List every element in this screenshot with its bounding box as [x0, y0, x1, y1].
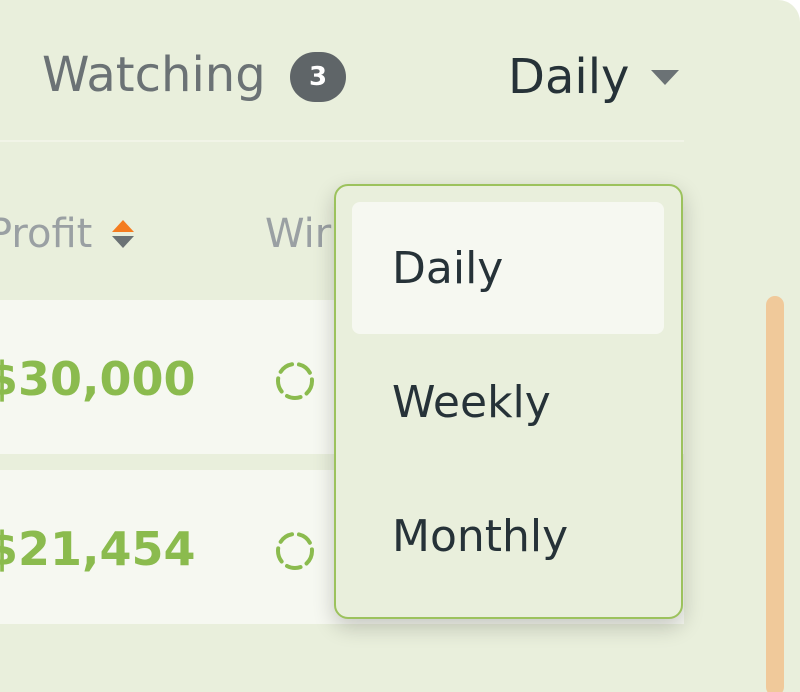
loading-spinner-icon [276, 532, 314, 570]
dropdown-option-daily[interactable]: Daily [352, 202, 664, 334]
period-dropdown-menu: Daily Weekly Monthly [334, 184, 683, 619]
dropdown-option-monthly[interactable]: Monthly [352, 470, 664, 602]
vertical-scrollbar[interactable] [766, 296, 784, 692]
watching-count-badge: 3 [290, 52, 346, 102]
loading-spinner-icon [276, 362, 314, 400]
caret-down-icon [651, 69, 680, 85]
profit-value: $21,454 [0, 522, 196, 576]
sort-descending-icon [112, 236, 135, 248]
column-header-profit-label: Profit [0, 211, 93, 257]
period-select[interactable]: Daily [508, 44, 680, 110]
period-select-value: Daily [508, 49, 630, 105]
sort-ascending-icon [112, 220, 135, 232]
panel-header: Watching 3 Daily [0, 0, 684, 142]
column-header-win[interactable]: Wir [265, 204, 331, 264]
panel-title: Watching [42, 47, 266, 103]
watchlist-panel: Watching 3 Daily Profit Wir $30,000 $21,… [0, 0, 800, 692]
scrollbar-thumb[interactable] [766, 296, 784, 692]
column-header-profit[interactable]: Profit [0, 204, 136, 264]
sort-icon[interactable] [110, 214, 136, 254]
profit-value: $30,000 [0, 352, 196, 406]
dropdown-option-weekly[interactable]: Weekly [352, 336, 664, 468]
